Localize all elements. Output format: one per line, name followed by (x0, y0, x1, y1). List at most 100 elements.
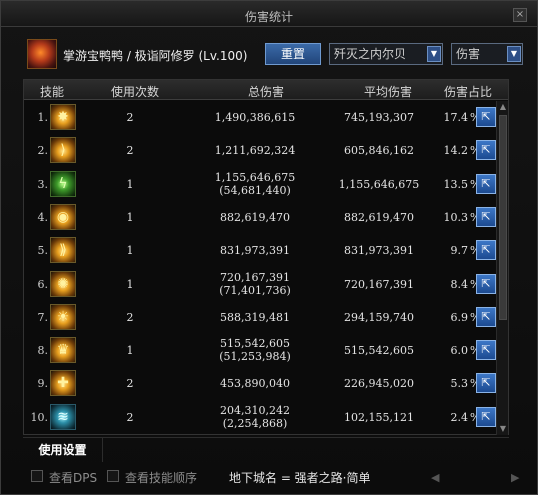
tab-usage-settings[interactable]: 使用设置 (23, 438, 103, 462)
tab-bar: 使用设置 (23, 437, 509, 462)
metric-select[interactable]: 伤害 ▼ (451, 43, 523, 65)
close-button[interactable]: × (513, 8, 527, 22)
row-number: 6. (37, 277, 49, 291)
crown-burst-icon: ♛ (50, 337, 76, 364)
reset-button[interactable]: 重置 (265, 43, 321, 65)
share-icon[interactable]: ⇱ (476, 406, 496, 427)
table-body: 1.✸21,490,386,615745,193,30717.4%⇱2.⟩21,… (24, 101, 496, 435)
table-row: 6. ✺ 1 720,167,391 (71,401,736) 720,167,391 8.… (24, 268, 496, 301)
title-bar[interactable]: 伤害统计 × (1, 1, 537, 27)
row-number: 9. (37, 377, 49, 391)
total-damage: 882,619,470 (190, 211, 320, 224)
dungeon-select[interactable]: 歼灭之内尔贝 ▼ (329, 43, 443, 65)
total-damage-sub: (51,253,984) (219, 350, 291, 364)
share-icon[interactable]: ⇱ (476, 240, 496, 261)
lightning-icon: ϟ (50, 170, 76, 197)
row-number: 10. (30, 410, 49, 424)
row-number: 7. (37, 310, 49, 324)
average-damage: 831,973,391 (344, 244, 414, 258)
total-damage-value: 1,211,692,324 (214, 144, 296, 158)
use-count: 2 (126, 377, 134, 391)
use-count: 1 (126, 344, 134, 358)
prev-arrow-icon[interactable]: ◀ (431, 471, 441, 484)
total-damage: 1,490,386,615 (190, 111, 320, 124)
share-icon[interactable]: ⇱ (476, 140, 496, 161)
row-number: 8. (37, 344, 49, 358)
share-icon[interactable]: ⇱ (476, 107, 496, 127)
total-damage: 1,155,646,675 (54,681,440) (190, 171, 320, 197)
column-header-uses: 使用次数 (110, 85, 159, 99)
total-damage-sub: (71,401,736) (219, 283, 291, 297)
footer-bar: 查看DPS 查看技能顺序 地下城名 = 强者之路·简单 ◀ ▶ (1, 463, 537, 493)
use-count: 2 (126, 111, 134, 124)
damage-share: 13.5 (443, 177, 469, 191)
total-damage-value: 588,319,481 (220, 310, 290, 324)
scroll-down-icon[interactable]: ▼ (498, 424, 508, 434)
chevron-down-icon[interactable]: ▼ (507, 46, 521, 62)
total-damage-value: 831,973,391 (220, 244, 290, 258)
row-number: 3. (37, 177, 49, 191)
average-damage: 720,167,391 (344, 277, 414, 291)
total-damage-value: 720,167,391 (220, 270, 290, 284)
average-damage: 102,155,121 (344, 410, 414, 424)
view-dps-checkbox[interactable] (31, 470, 43, 482)
header-bar: 掌游宝鸭鸭 / 极诣阿修罗 (Lv.100) 重置 歼灭之内尔贝 ▼ 伤害 ▼ (23, 37, 523, 71)
average-damage: 226,945,020 (344, 377, 414, 391)
scroll-thumb[interactable] (499, 115, 507, 320)
total-damage-value: 515,542,605 (220, 337, 290, 351)
table-header: 技能 使用次数 总伤害 平均伤害 伤害占比 (24, 80, 508, 100)
chevron-down-icon[interactable]: ▼ (427, 46, 441, 62)
damage-share: 5.3 (450, 377, 469, 391)
next-arrow-icon[interactable]: ▶ (511, 471, 521, 484)
average-damage: 294,159,740 (344, 310, 414, 324)
view-dps-label[interactable]: 查看DPS (49, 469, 97, 486)
share-icon[interactable]: ⇱ (476, 206, 496, 227)
damage-share: 6.9 (450, 310, 469, 324)
eye-vortex-icon: ◉ (50, 203, 76, 230)
total-damage-value: 1,155,646,675 (214, 170, 296, 184)
table-row: 8. ♛ 1 515,542,605 (51,253,984) 515,542,605 6.… (24, 334, 496, 367)
average-damage: 515,542,605 (344, 344, 414, 358)
cross-flash-icon: ✚ (50, 370, 76, 397)
damage-share: 8.4 (450, 277, 469, 291)
total-damage-sub: (54,681,440) (219, 183, 291, 197)
demon-face-icon: ☀ (50, 303, 76, 330)
row-number: 2. (37, 144, 49, 158)
crescent-wave-icon: ⟩ (50, 137, 76, 164)
damage-share: 14.2 (443, 144, 469, 158)
dungeon-select-value: 歼灭之内尔贝 (334, 47, 407, 61)
average-damage: 745,193,307 (344, 111, 414, 124)
total-damage-value: 882,619,470 (220, 210, 290, 224)
total-damage: 204,310,242 (2,254,868) (190, 404, 320, 430)
use-count: 2 (126, 144, 134, 158)
scroll-up-icon[interactable]: ▲ (498, 102, 508, 112)
use-count: 1 (126, 277, 134, 291)
damage-share: 10.3 (443, 210, 469, 224)
share-icon[interactable]: ⇱ (476, 340, 496, 361)
share-icon[interactable]: ⇱ (476, 306, 496, 327)
view-skill-order-label[interactable]: 查看技能顺序 (125, 469, 197, 486)
share-icon[interactable]: ⇱ (476, 373, 496, 394)
spin-slash-icon: ✺ (50, 270, 76, 297)
column-header-damage-share: 伤害占比 (443, 85, 492, 99)
row-number: 5. (37, 244, 49, 258)
view-skill-order-checkbox[interactable] (107, 470, 119, 482)
row-number: 1. (37, 111, 49, 124)
ice-wave-icon: ≋ (50, 403, 76, 430)
average-damage: 882,619,470 (344, 210, 414, 224)
table-row: 4.◉1882,619,470882,619,47010.3%⇱ (24, 201, 496, 234)
table-row: 10. ≋ 2 204,310,242 (2,254,868) 102,155,121 2.… (24, 401, 496, 434)
use-count: 1 (126, 244, 134, 258)
total-damage-value: 1,490,386,615 (214, 111, 296, 124)
total-damage: 1,211,692,324 (190, 144, 320, 157)
dash-strike-icon: ⟫ (50, 237, 76, 264)
total-damage-value: 453,890,040 (220, 377, 290, 391)
character-avatar (27, 39, 57, 69)
damage-share: 6.0 (450, 344, 469, 358)
scrollbar[interactable]: ▲ ▼ (496, 101, 508, 435)
total-damage: 453,890,040 (190, 377, 320, 390)
column-header-total-damage: 总伤害 (247, 85, 284, 99)
share-icon[interactable]: ⇱ (476, 273, 496, 294)
table-row: 9.✚2453,890,040226,945,0205.3%⇱ (24, 367, 496, 400)
share-icon[interactable]: ⇱ (476, 173, 496, 194)
